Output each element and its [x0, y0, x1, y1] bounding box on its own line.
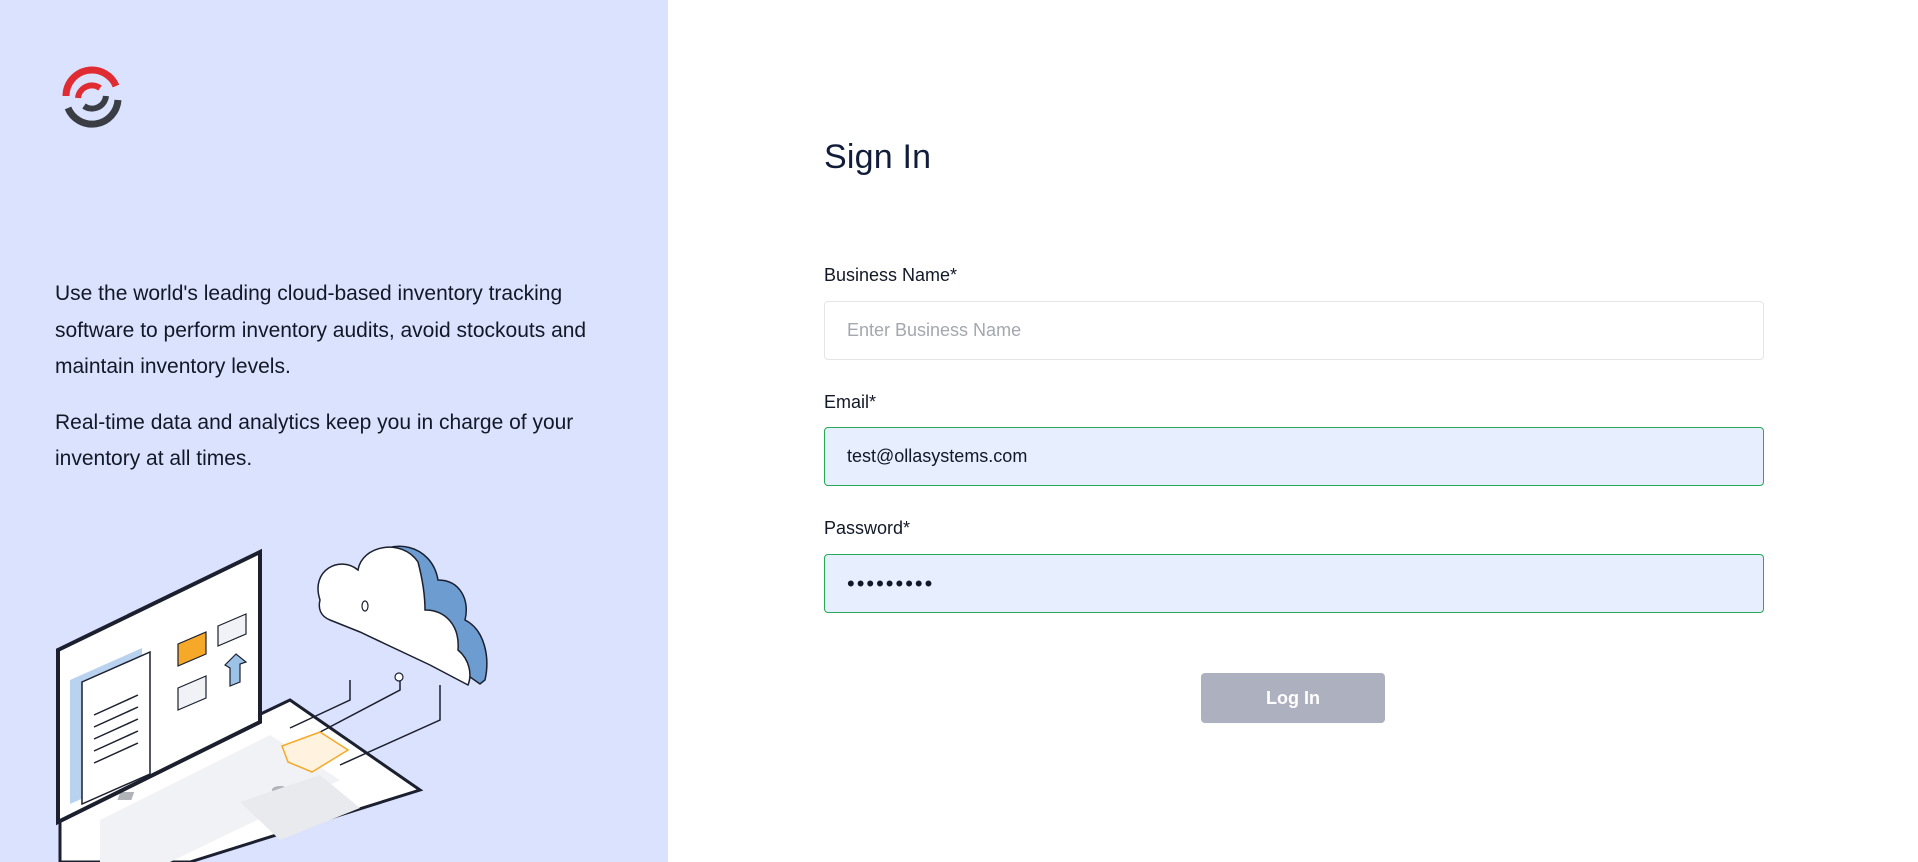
marketing-paragraph-2: Real-time data and analytics keep you in… — [55, 410, 574, 471]
email-label: Email* — [824, 392, 877, 412]
marketing-text: Use the world's leading cloud-based inve… — [55, 276, 595, 478]
password-label: Password* — [824, 518, 911, 538]
business-name-input[interactable] — [824, 301, 1764, 360]
password-input[interactable] — [824, 554, 1764, 613]
marketing-panel: Use the world's leading cloud-based inve… — [0, 0, 668, 862]
ollasystems-logo-icon — [62, 66, 122, 128]
business-name-label: Business Name* — [824, 265, 958, 285]
marketing-paragraph-1: Use the world's leading cloud-based inve… — [55, 282, 587, 378]
email-input[interactable] — [824, 427, 1764, 486]
login-button[interactable]: Log In — [1201, 673, 1385, 723]
laptop-cloud-illustration — [56, 545, 488, 862]
page-title: Sign In — [824, 138, 932, 176]
